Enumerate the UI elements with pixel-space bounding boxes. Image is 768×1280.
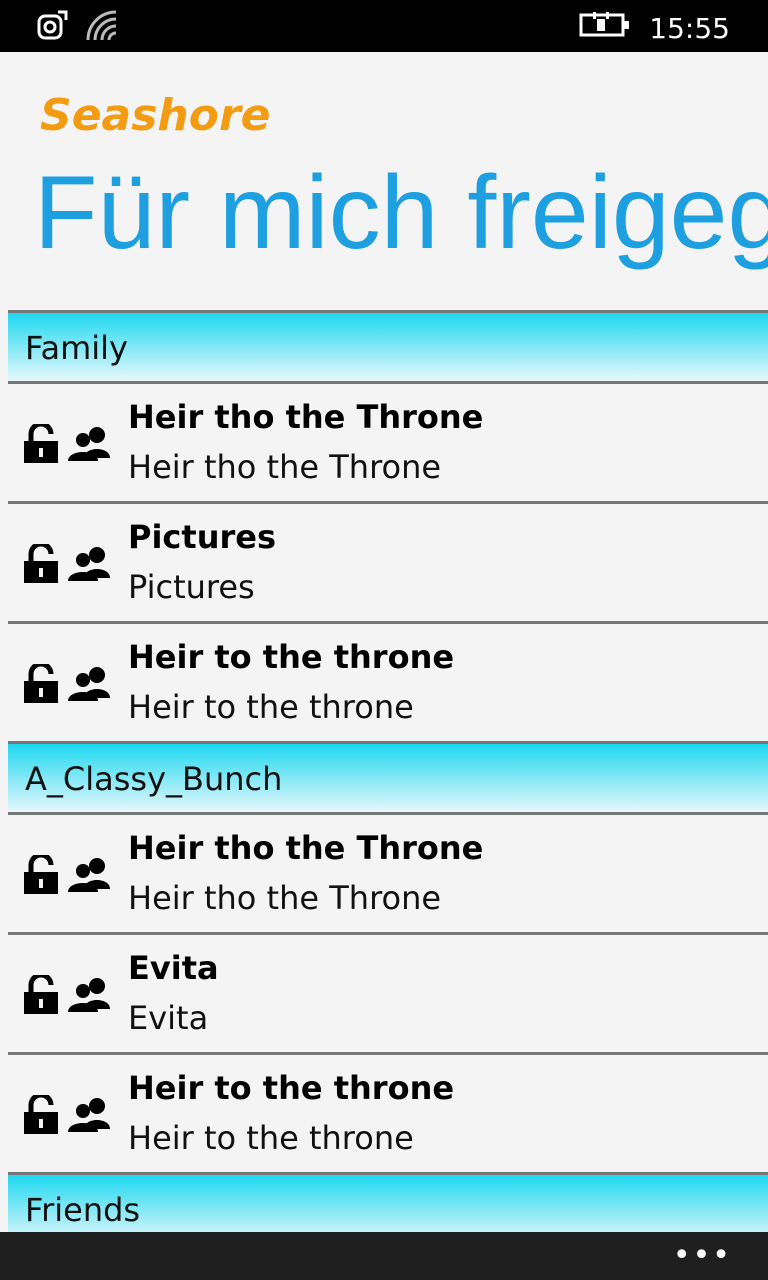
group-icon — [66, 426, 118, 466]
group-name: Family — [25, 329, 128, 367]
nfc-icon — [36, 10, 68, 46]
group-header-friends[interactable]: Friends — [8, 1172, 768, 1232]
unlocked-padlock-icon — [22, 661, 60, 708]
app-bar: ••• — [0, 1232, 768, 1280]
page-title: Für mich freigegeben — [34, 155, 768, 271]
battery-charging-icon — [579, 10, 631, 47]
item-title: Evita — [128, 949, 219, 987]
item-subtitle: Heir to the throne — [128, 688, 414, 726]
item-subtitle: Heir tho the Throne — [128, 448, 442, 486]
list-item[interactable]: Pictures Pictures — [8, 501, 768, 621]
group-header-a-classy-bunch[interactable]: A_Classy_Bunch — [8, 741, 768, 812]
item-subtitle: Heir to the throne — [128, 1119, 414, 1157]
unlocked-padlock-icon — [22, 421, 60, 468]
more-options-button[interactable]: ••• — [673, 1241, 732, 1271]
group-header-family[interactable]: Family — [8, 310, 768, 381]
group-icon — [66, 857, 118, 897]
page-header: Seashore Für mich freigegeben — [0, 52, 768, 310]
item-subtitle: Pictures — [128, 568, 255, 606]
group-icon — [66, 666, 118, 706]
list-item[interactable]: Heir to the throne Heir to the throne — [8, 1052, 768, 1172]
item-title: Heir to the throne — [128, 638, 455, 676]
item-title: Heir tho the Throne — [128, 398, 484, 436]
group-name: Friends — [25, 1191, 141, 1229]
list-item[interactable]: Heir tho the Throne Heir tho the Throne — [8, 381, 768, 501]
group-name: A_Classy_Bunch — [25, 760, 283, 798]
unlocked-padlock-icon — [22, 541, 60, 588]
unlocked-padlock-icon — [22, 852, 60, 899]
item-subtitle: Evita — [128, 999, 209, 1037]
item-title: Heir to the throne — [128, 1069, 455, 1107]
clock: 15:55 — [649, 12, 730, 45]
shared-items-list[interactable]: Family Heir tho the Throne Heir tho the … — [0, 310, 768, 1232]
list-item[interactable]: Evita Evita — [8, 932, 768, 1052]
app-name: Seashore — [40, 90, 271, 141]
group-icon — [66, 977, 118, 1017]
group-icon — [66, 1097, 118, 1137]
list-item[interactable]: Heir to the throne Heir to the throne — [8, 621, 768, 741]
wifi-icon — [86, 10, 120, 46]
list-item[interactable]: Heir tho the Throne Heir tho the Throne — [8, 812, 768, 932]
item-title: Pictures — [128, 518, 276, 556]
status-bar: 15:55 — [0, 0, 768, 52]
group-icon — [66, 546, 118, 586]
item-subtitle: Heir tho the Throne — [128, 879, 442, 917]
unlocked-padlock-icon — [22, 972, 60, 1019]
unlocked-padlock-icon — [22, 1092, 60, 1139]
item-title: Heir tho the Throne — [128, 829, 484, 867]
